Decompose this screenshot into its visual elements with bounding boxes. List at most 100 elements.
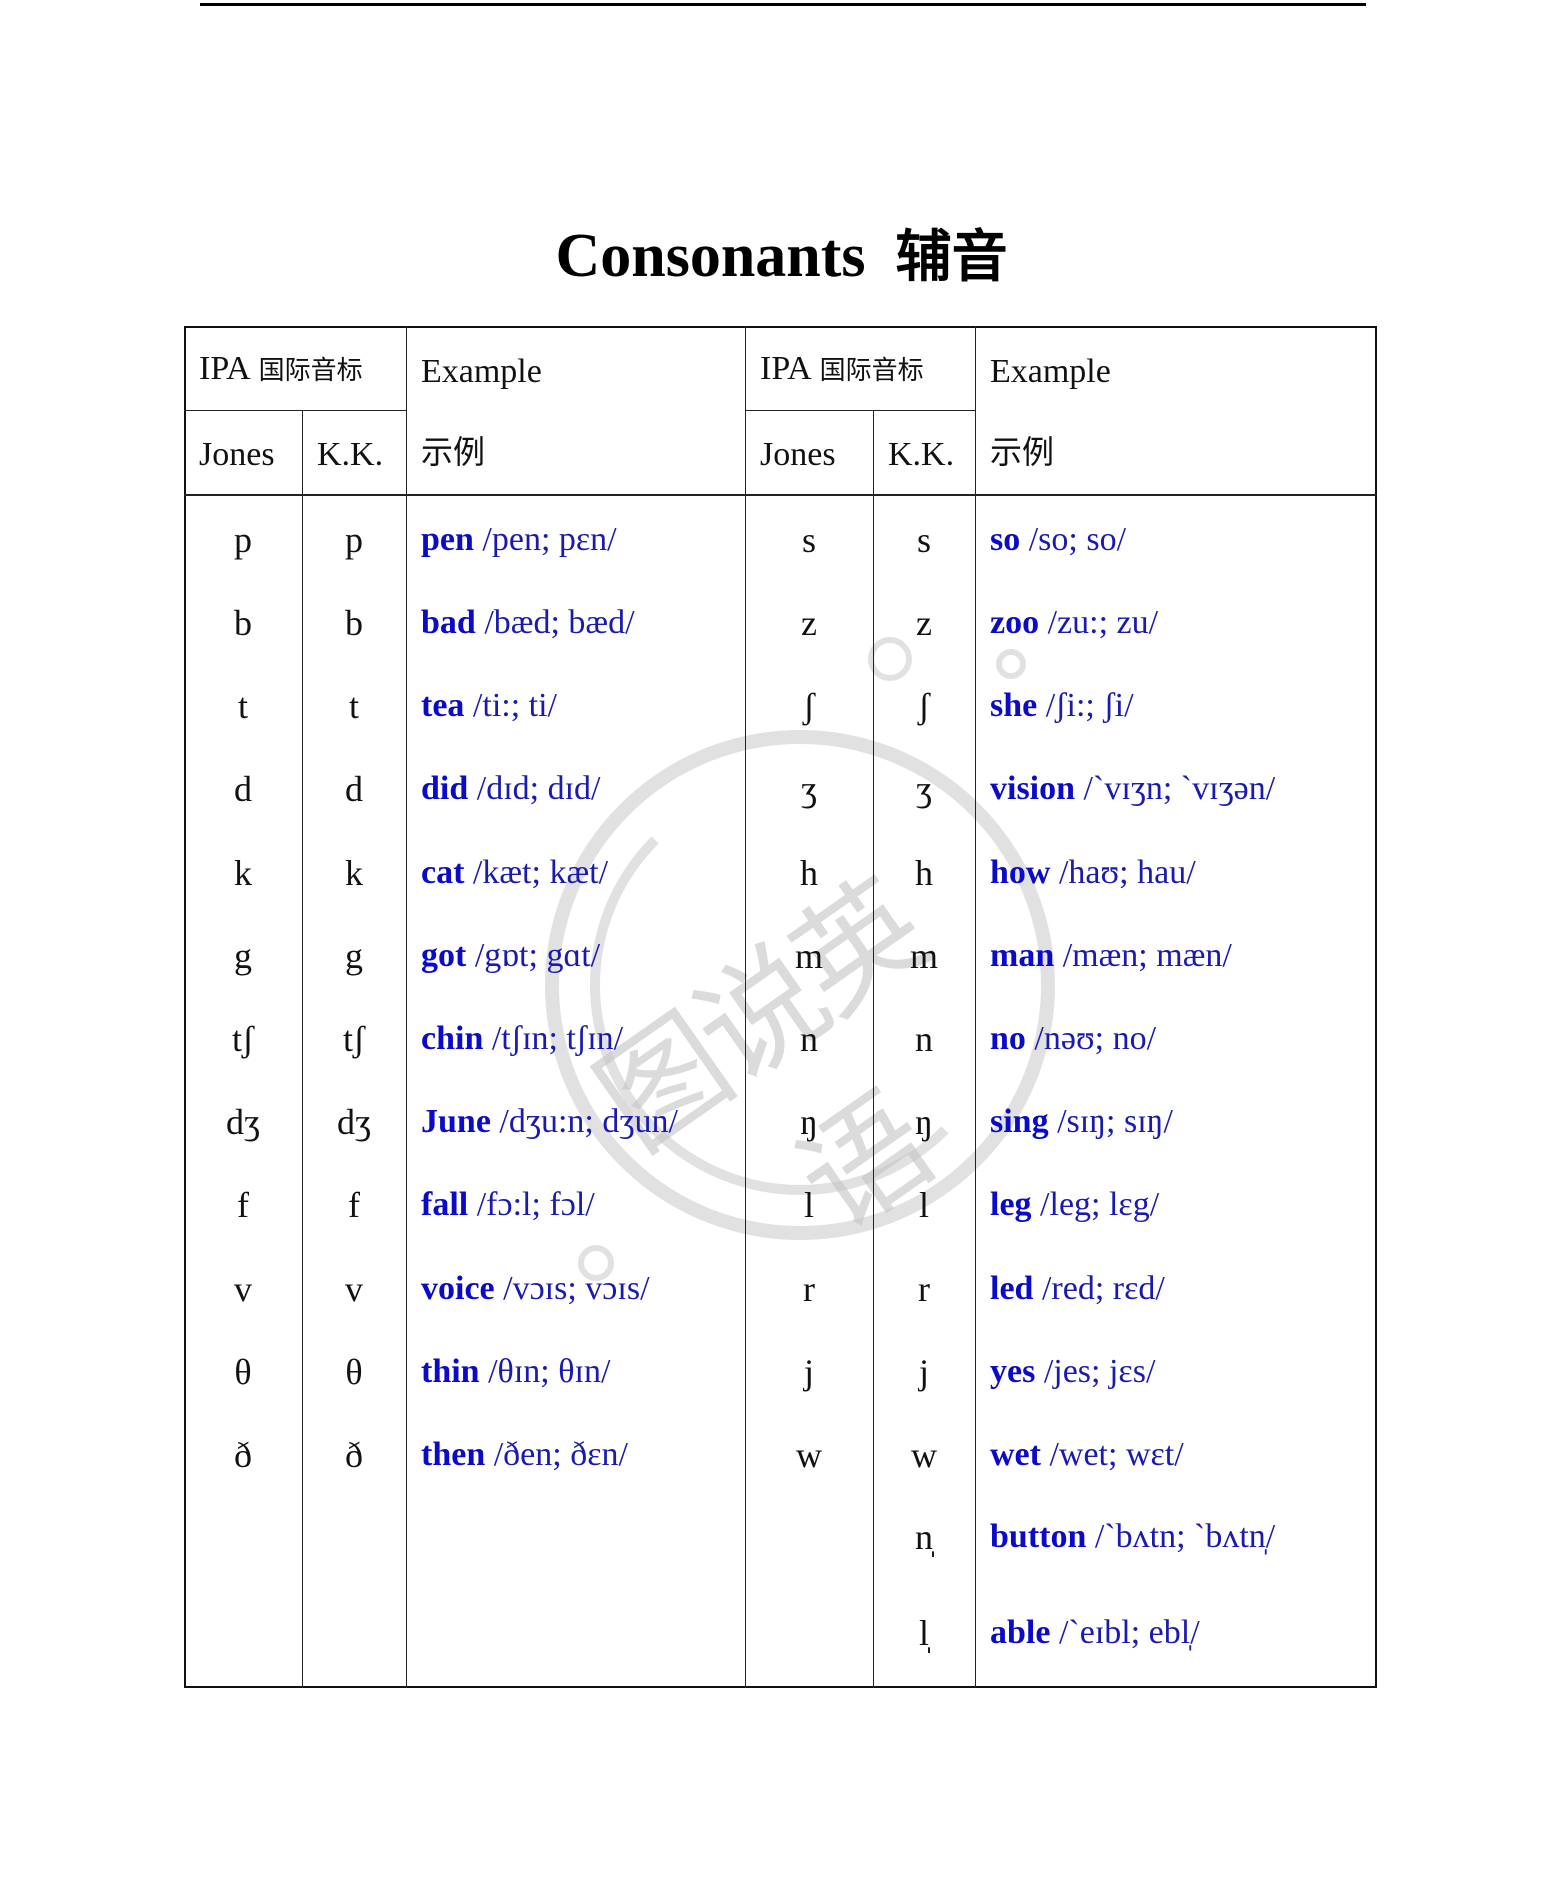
- example: cat /kæt; kæt/: [421, 856, 608, 890]
- example-transcription: /ʃi:; ʃi/: [1045, 687, 1134, 724]
- example-transcription: /vɔɪs; vɔɪs/: [503, 1270, 650, 1307]
- example-word: no: [990, 1020, 1026, 1057]
- example-transcription: /kæt; kæt/: [472, 854, 609, 891]
- example-word: sing: [990, 1103, 1049, 1140]
- example: able /`eɪbl; ebl̩/: [990, 1616, 1200, 1650]
- example: yes /jes; jɛs/: [990, 1355, 1155, 1389]
- kk-symbol: v: [345, 1269, 363, 1309]
- header-kk: K.K.: [888, 436, 955, 473]
- kk-symbol: b: [345, 603, 363, 643]
- kk-symbol: l̩: [918, 1613, 930, 1653]
- kk-symbol: m: [909, 936, 939, 976]
- example-transcription: /ti:; ti/: [472, 687, 557, 724]
- example-word: able: [990, 1614, 1051, 1651]
- example-word: button: [990, 1518, 1087, 1555]
- col-divider: [302, 410, 303, 1688]
- kk-symbol: n̩: [915, 1517, 933, 1557]
- jones-symbol: ð: [234, 1435, 252, 1475]
- example: leg /leg; lɛg/: [990, 1188, 1159, 1222]
- example-word: pen: [421, 521, 474, 558]
- kk-symbol: w: [911, 1435, 937, 1475]
- example-word: chin: [421, 1020, 484, 1057]
- kk-symbol: tʃ: [343, 1019, 365, 1059]
- example: zoo /zu:; zu/: [990, 606, 1158, 640]
- example-word: led: [990, 1270, 1034, 1307]
- example-transcription: /`eɪbl; ebl̩/: [1058, 1614, 1200, 1651]
- example: tea /ti:; ti/: [421, 689, 557, 723]
- example: pen /pen; pɛn/: [421, 523, 617, 557]
- example-transcription: /so; so/: [1028, 521, 1127, 558]
- example-word: June: [421, 1103, 491, 1140]
- example-word: how: [990, 854, 1051, 891]
- jones-symbol: z: [801, 603, 817, 643]
- kk-symbol: h: [915, 853, 933, 893]
- example-transcription: /haʊ; hau/: [1058, 854, 1196, 891]
- jones-symbol: ʃ: [803, 686, 815, 726]
- jones-symbol: p: [234, 520, 252, 560]
- page-title: Consonants 辅音: [0, 225, 1563, 287]
- kk-symbol: k: [345, 853, 363, 893]
- top-rule: [200, 3, 1366, 6]
- example-word: man: [990, 937, 1055, 974]
- example-word: tea: [421, 687, 465, 724]
- col-divider: [745, 326, 746, 1688]
- example: chin /tʃɪn; tʃɪn/: [421, 1022, 623, 1056]
- example-transcription: /`vɪʒn; `vɪʒən/: [1083, 770, 1276, 807]
- example-word: fall: [421, 1186, 469, 1223]
- jones-symbol: dʒ: [226, 1102, 260, 1142]
- example: fall /fɔ:l; fɔl/: [421, 1188, 595, 1222]
- example-word: voice: [421, 1270, 495, 1307]
- example-word: zoo: [990, 604, 1040, 641]
- header-ipa-label: IPA: [199, 350, 251, 387]
- jones-symbol: j: [803, 1352, 815, 1392]
- example: so /so; so/: [990, 523, 1126, 557]
- jones-symbol: θ: [234, 1352, 252, 1392]
- example-transcription: /mæn; mæn/: [1062, 937, 1232, 974]
- kk-symbol: dʒ: [337, 1102, 371, 1142]
- kk-symbol: s: [916, 520, 932, 560]
- example: voice /vɔɪs; vɔɪs/: [421, 1272, 650, 1306]
- kk-symbol: θ: [345, 1352, 363, 1392]
- header-ipa-zh: 国际音标: [819, 356, 924, 386]
- kk-symbol: r: [918, 1269, 930, 1309]
- example-word: got: [421, 937, 467, 974]
- example-word: leg: [990, 1186, 1032, 1223]
- example: how /haʊ; hau/: [990, 856, 1196, 890]
- example-transcription: /fɔ:l; fɔl/: [476, 1186, 595, 1223]
- jones-symbol: w: [796, 1435, 822, 1475]
- example: man /mæn; mæn/: [990, 939, 1232, 973]
- jones-symbol: f: [237, 1185, 249, 1225]
- kk-symbol: n: [915, 1019, 933, 1059]
- example-transcription: /tʃɪn; tʃɪn/: [491, 1020, 624, 1057]
- jones-symbol: t: [237, 686, 249, 726]
- jones-symbol: k: [234, 853, 252, 893]
- example-transcription: /red; rɛd/: [1041, 1270, 1165, 1307]
- example: no /nəʊ; no/: [990, 1022, 1156, 1056]
- header-ipa-label: IPA: [760, 350, 812, 387]
- col-divider: [975, 326, 976, 1688]
- jones-symbol: m: [794, 936, 824, 976]
- header-ipa-zh: 国际音标: [258, 356, 363, 386]
- example-transcription: /jes; jɛs/: [1043, 1353, 1156, 1390]
- example-transcription: /sɪŋ; sɪŋ/: [1057, 1103, 1173, 1140]
- jones-symbol: d: [234, 769, 252, 809]
- kk-symbol: d: [345, 769, 363, 809]
- kk-symbol: g: [345, 936, 363, 976]
- kk-symbol: ʒ: [916, 769, 932, 809]
- example-transcription: /pen; pɛn/: [482, 521, 617, 558]
- example: then /ðen; ðɛn/: [421, 1438, 628, 1472]
- header-ipa: IPA 国际音标: [760, 352, 924, 386]
- jones-symbol: s: [801, 520, 817, 560]
- example-word: wet: [990, 1436, 1041, 1473]
- jones-symbol: tʃ: [232, 1019, 254, 1059]
- kk-symbol: j: [918, 1352, 930, 1392]
- example-transcription: /dʒu:n; dʒun/: [499, 1103, 678, 1140]
- jones-symbol: v: [234, 1269, 252, 1309]
- example: sing /sɪŋ; sɪŋ/: [990, 1105, 1173, 1139]
- example: vision /`vɪʒn; `vɪʒən/: [990, 772, 1275, 806]
- example-word: then: [421, 1436, 486, 1473]
- example-transcription: /θɪn; θɪn/: [488, 1353, 611, 1390]
- example-word: so: [990, 521, 1021, 558]
- jones-symbol: b: [234, 603, 252, 643]
- example-transcription: /dɪd; dɪd/: [476, 770, 601, 807]
